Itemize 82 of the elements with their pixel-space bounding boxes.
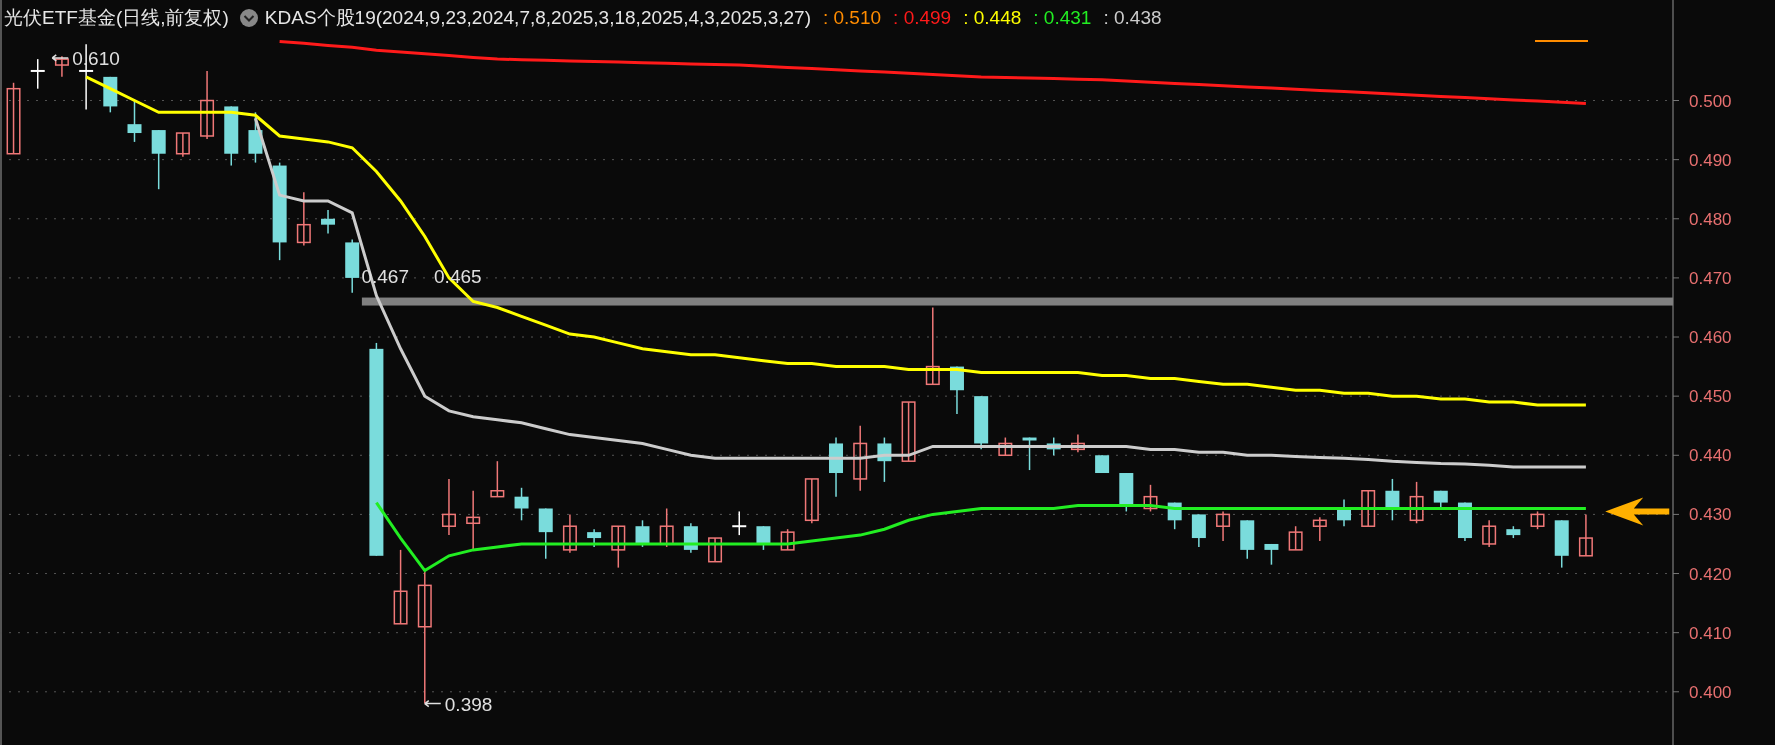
pointer-arrow-icon xyxy=(51,54,69,62)
axis-label: 0.480 xyxy=(1689,209,1732,229)
candlestick xyxy=(1433,490,1448,510)
candlestick xyxy=(998,436,1013,457)
candlestick xyxy=(756,525,771,551)
candlestick xyxy=(1046,436,1061,457)
candlestick xyxy=(635,519,650,548)
candlestick xyxy=(1361,490,1376,527)
candlestick xyxy=(103,76,118,114)
candlestick xyxy=(1288,525,1303,551)
candlestick xyxy=(1264,543,1279,566)
candlestick xyxy=(974,395,989,451)
axis-label: 0.440 xyxy=(1689,446,1732,466)
candlestick xyxy=(321,209,335,235)
candlestick xyxy=(466,490,481,551)
candlestick xyxy=(1216,510,1231,542)
indicator-value: : 0.510 xyxy=(822,6,882,30)
candlestick xyxy=(853,424,868,492)
candlestick xyxy=(683,522,698,554)
candlestick xyxy=(1385,478,1400,522)
axis-label: 0.470 xyxy=(1689,268,1732,288)
candlestick xyxy=(804,478,819,524)
candlestick xyxy=(877,436,892,483)
indicator-value: : 0.499 xyxy=(893,6,952,30)
candlestick xyxy=(248,111,263,164)
candlestick xyxy=(1143,484,1158,513)
candlestick xyxy=(175,132,190,158)
pointer-arrow-icon xyxy=(424,699,442,708)
candlestick xyxy=(54,55,69,78)
candlestick xyxy=(538,507,553,560)
candlestick xyxy=(151,129,166,190)
candlestick xyxy=(1070,433,1085,454)
candlestick xyxy=(1482,519,1497,548)
candlestick xyxy=(490,460,505,498)
candlestick xyxy=(949,365,964,415)
axis-label: 0.400 xyxy=(1689,682,1732,702)
candlestick xyxy=(1578,513,1593,557)
candlestick xyxy=(200,70,215,140)
candlestick xyxy=(901,401,916,462)
axis-label: 0.410 xyxy=(1689,623,1732,643)
candlestick xyxy=(1095,454,1110,474)
candlestick xyxy=(29,58,46,90)
candlestick xyxy=(1312,516,1327,542)
candlestick xyxy=(345,238,360,294)
axis-label: 0.420 xyxy=(1689,564,1732,584)
candlestick xyxy=(1457,501,1472,542)
axis-label: 0.500 xyxy=(1689,91,1732,111)
candlestick xyxy=(611,525,626,569)
chevron-down-icon[interactable] xyxy=(238,8,259,29)
candlestick xyxy=(1240,519,1255,560)
axis-label: 0.490 xyxy=(1689,150,1732,170)
candlestick xyxy=(780,528,795,551)
candlestick xyxy=(731,510,748,536)
candlestick xyxy=(659,507,674,548)
price-label: 0.398 xyxy=(444,693,493,715)
candlestick xyxy=(1119,472,1134,513)
indicator-value: : 0.431 xyxy=(1033,6,1092,30)
candlestick xyxy=(708,537,723,563)
candlestick xyxy=(1530,510,1545,530)
candlestick xyxy=(1167,501,1182,530)
candlestick xyxy=(514,487,529,522)
candlestick xyxy=(1191,513,1206,548)
candlestick xyxy=(1554,519,1569,569)
candlestick xyxy=(296,191,311,247)
candlestick xyxy=(224,105,239,167)
candlestick xyxy=(587,528,602,548)
axis-label: 0.450 xyxy=(1689,387,1732,407)
indicator-name: KDAS个股19(2024,9,23,2024,7,8,2025,3,18,2025,4,3,2025,3,27) xyxy=(264,6,811,30)
candlestick xyxy=(562,513,577,554)
candlestick xyxy=(829,436,843,498)
candlestick xyxy=(1506,525,1521,539)
candlestick xyxy=(1409,481,1424,524)
candlestick xyxy=(127,99,142,143)
arrow-icon xyxy=(1605,497,1670,526)
candlestick xyxy=(441,478,456,536)
candlestick xyxy=(1022,436,1037,471)
indicator-value: : 0.448 xyxy=(963,6,1022,30)
chart-title: 光伏ETF基金(日线,前复权) xyxy=(4,6,229,30)
indicator-value: : 0.438 xyxy=(1103,6,1162,30)
candlestick xyxy=(1337,498,1351,527)
axis-label: 0.460 xyxy=(1689,328,1732,347)
axis-label: 0.430 xyxy=(1689,505,1732,525)
